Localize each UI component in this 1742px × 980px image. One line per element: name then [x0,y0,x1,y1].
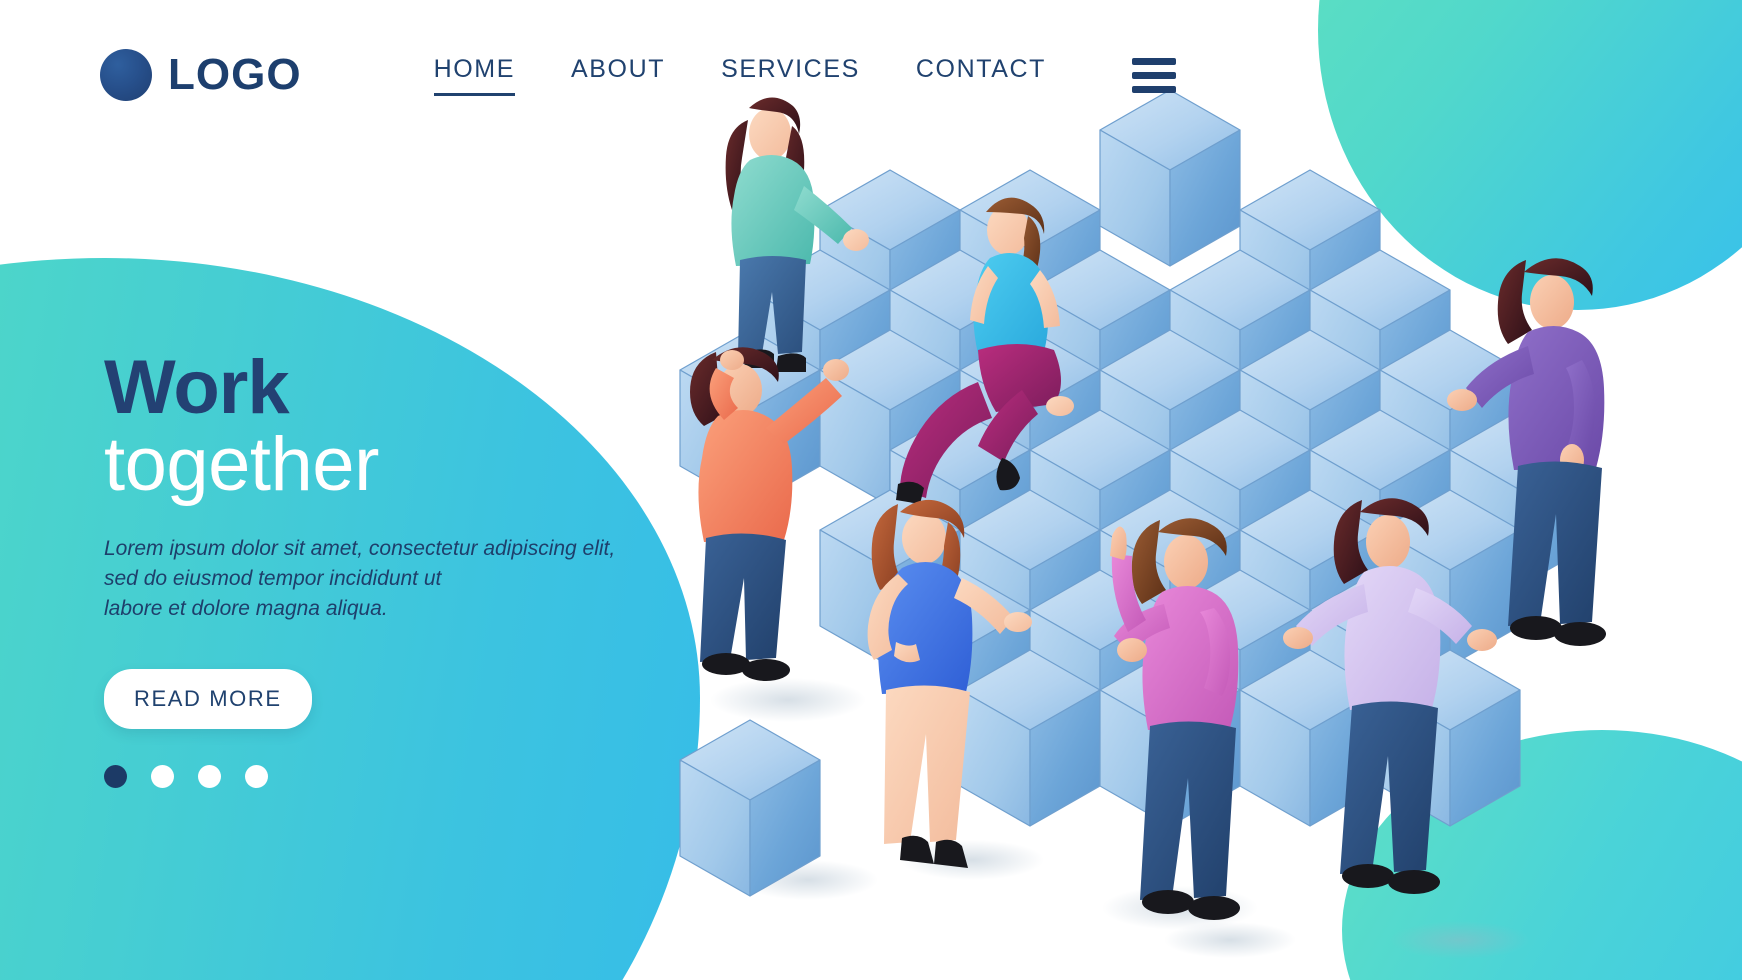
carousel-dots [104,765,664,789]
hero-paragraph-line-3: labore et dolore magna aliqua. [104,596,388,620]
main-navigation: HOME ABOUT SERVICES CONTACT [433,55,1177,96]
carousel-dot-3[interactable] [198,765,221,789]
hero-paragraph-line-2: sed do eiusmod tempor incididunt ut [104,566,442,590]
isometric-teamwork-illustration [620,60,1742,980]
hero-title-light: together [104,421,379,507]
hamburger-bar-1 [1132,57,1177,65]
carousel-dot-1[interactable] [104,765,127,789]
hamburger-menu-icon[interactable] [1132,57,1177,93]
hamburger-bar-2 [1132,71,1177,79]
hero-paragraph-line-1: Lorem ipsum dolor sit amet, consectetur … [104,536,616,560]
landing-page-stage: LOGO HOME ABOUT SERVICES CONTACT Work to… [0,0,1742,980]
hero-section: Work together Lorem ipsum dolor sit amet… [104,345,664,789]
hero-title-bold: Work [104,345,290,430]
brand-name: LOGO [168,50,302,99]
hero-paragraph: Lorem ipsum dolor sit amet, consectetur … [104,534,664,623]
circle-logo-mark-icon [100,49,152,101]
nav-item-about[interactable]: ABOUT [571,55,665,96]
brand-logo[interactable]: LOGO [100,49,302,101]
nav-item-contact[interactable]: CONTACT [916,55,1046,96]
carousel-dot-2[interactable] [151,765,174,789]
carousel-dot-4[interactable] [245,765,268,789]
nav-item-services[interactable]: SERVICES [721,55,860,96]
site-header: LOGO HOME ABOUT SERVICES CONTACT [0,0,1742,150]
nav-item-home[interactable]: HOME [433,55,516,96]
read-more-button[interactable]: READ MORE [104,669,312,730]
hamburger-bar-3 [1132,85,1177,93]
